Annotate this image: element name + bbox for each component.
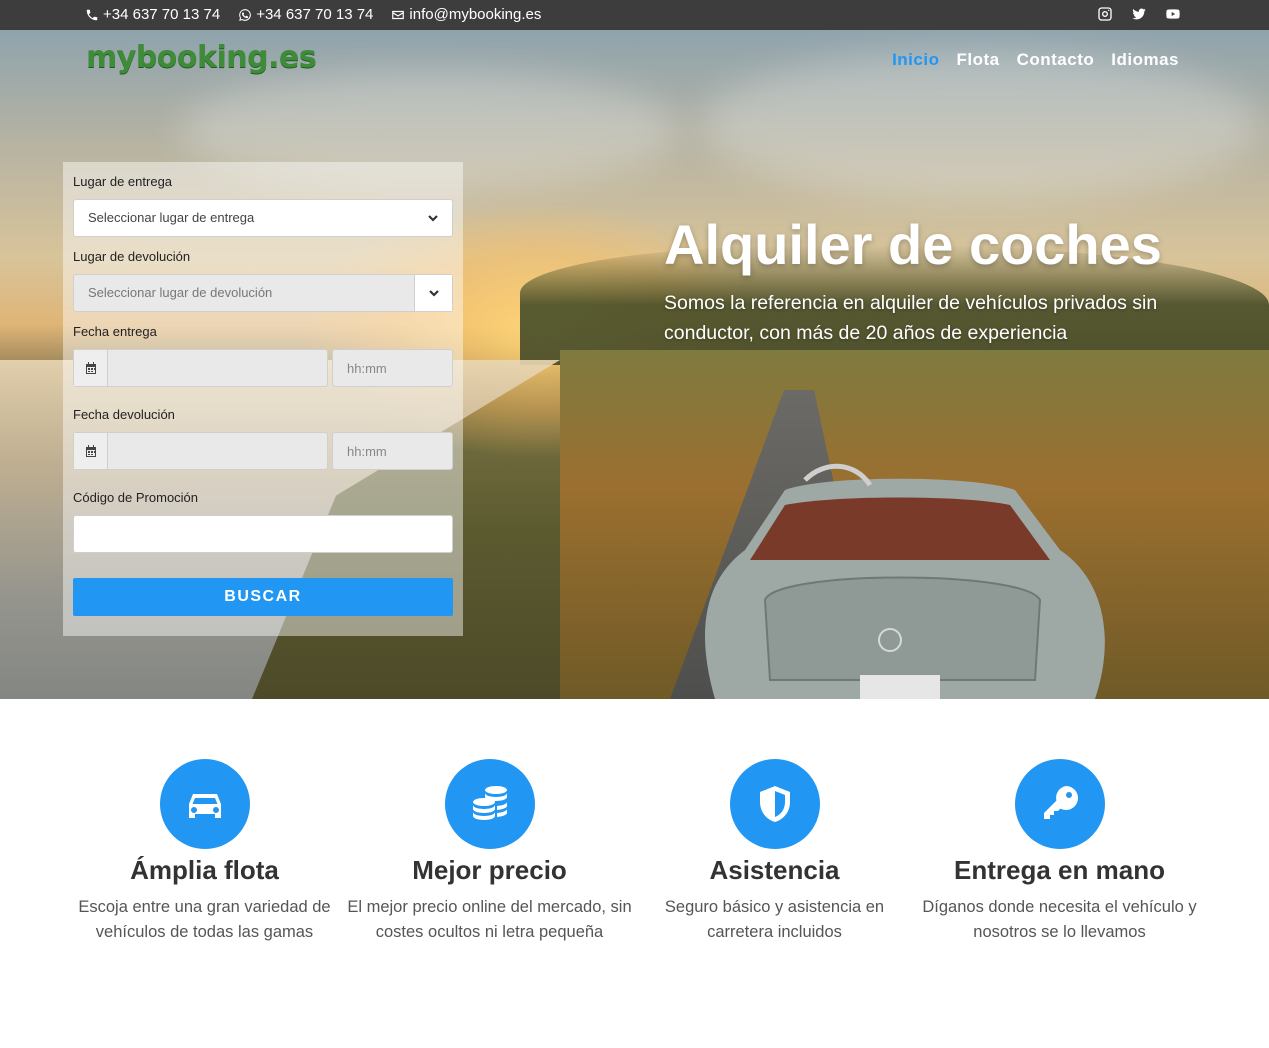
youtube-icon[interactable] [1165, 6, 1181, 22]
nav-link-flota[interactable]: Flota [956, 50, 999, 70]
promo-code-label: Código de Promoción [73, 490, 199, 505]
chevron-down-icon [414, 200, 452, 236]
nav-link-contacto[interactable]: Contacto [1017, 50, 1095, 70]
phone-link[interactable]: +34 637 70 13 74 [85, 6, 220, 23]
return-date-label: Fecha devolución [73, 407, 175, 422]
key-icon [1014, 759, 1105, 849]
instagram-icon[interactable] [1097, 6, 1113, 22]
pickup-location-value: Seleccionar lugar de entrega [88, 210, 255, 225]
calendar-icon[interactable] [74, 350, 108, 386]
phone-number: +34 637 70 13 74 [103, 6, 221, 23]
return-time-input[interactable]: hh:mm [332, 432, 453, 470]
return-location-select[interactable]: Seleccionar lugar de devolución [73, 274, 453, 312]
coins-icon [444, 759, 535, 849]
pickup-location-label: Lugar de entrega [73, 174, 173, 189]
feature-title: Entrega en mano [954, 855, 1165, 885]
feature-delivery: Entrega en mano Díganos donde necesita e… [917, 759, 1202, 945]
contact-info: +34 637 70 13 74 +34 637 70 13 74 info@m… [85, 6, 541, 23]
main-nav: Inicio Flota Contacto Idiomas [892, 50, 1179, 70]
whatsapp-link[interactable]: +34 637 70 13 74 [238, 6, 373, 23]
feature-text: Seguro básico y asistencia en carretera … [664, 898, 885, 941]
chevron-down-icon [414, 275, 452, 311]
hero-title: Alquiler de coches [664, 213, 1162, 276]
pickup-date-input[interactable] [73, 349, 328, 387]
search-button[interactable]: BUSCAR [73, 578, 453, 616]
feature-text: Díganos donde necesita el vehículo y nos… [922, 898, 1197, 941]
search-form: Lugar de entrega Seleccionar lugar de en… [63, 162, 463, 636]
social-links [1097, 6, 1181, 22]
feature-title: Ámplia flota [130, 855, 279, 885]
feature-text: Escoja entre una gran variedad de vehícu… [78, 898, 331, 941]
nav-link-inicio[interactable]: Inicio [892, 50, 939, 70]
feature-assistance: Asistencia Seguro básico y asistencia en… [632, 759, 917, 945]
hero-subtitle: Somos la referencia en alquiler de vehíc… [664, 292, 1158, 344]
calendar-icon[interactable] [74, 433, 108, 469]
site-logo[interactable]: mybooking.es [86, 40, 317, 75]
return-location-value: Seleccionar lugar de devolución [88, 285, 273, 300]
car-icon [159, 759, 250, 849]
feature-price: Mejor precio El mejor precio online del … [347, 759, 632, 945]
feature-text: El mejor precio online del mercado, sin … [347, 898, 632, 941]
whatsapp-icon [239, 8, 252, 21]
envelope-icon [392, 10, 405, 19]
email-link[interactable]: info@mybooking.es [391, 6, 541, 23]
feature-title: Mejor precio [412, 855, 567, 885]
return-date-input[interactable] [73, 432, 328, 470]
convertible-car-image [705, 463, 1105, 699]
nav-link-idiomas[interactable]: Idiomas [1111, 50, 1179, 70]
shield-icon [729, 759, 820, 849]
feature-title: Asistencia [709, 855, 840, 885]
return-location-label: Lugar de devolución [73, 249, 191, 264]
promo-code-input[interactable] [73, 515, 453, 553]
twitter-icon[interactable] [1131, 6, 1147, 22]
pickup-location-select[interactable]: Seleccionar lugar de entrega [73, 199, 453, 237]
whatsapp-number: +34 637 70 13 74 [256, 6, 374, 23]
phone-icon [86, 9, 98, 20]
feature-fleet: Ámplia flota Escoja entre una gran varie… [62, 759, 347, 945]
top-bar: +34 637 70 13 74 +34 637 70 13 74 info@m… [0, 0, 1269, 30]
email-address: info@mybooking.es [409, 6, 542, 23]
pickup-time-input[interactable]: hh:mm [332, 349, 453, 387]
pickup-date-label: Fecha entrega [73, 324, 157, 339]
